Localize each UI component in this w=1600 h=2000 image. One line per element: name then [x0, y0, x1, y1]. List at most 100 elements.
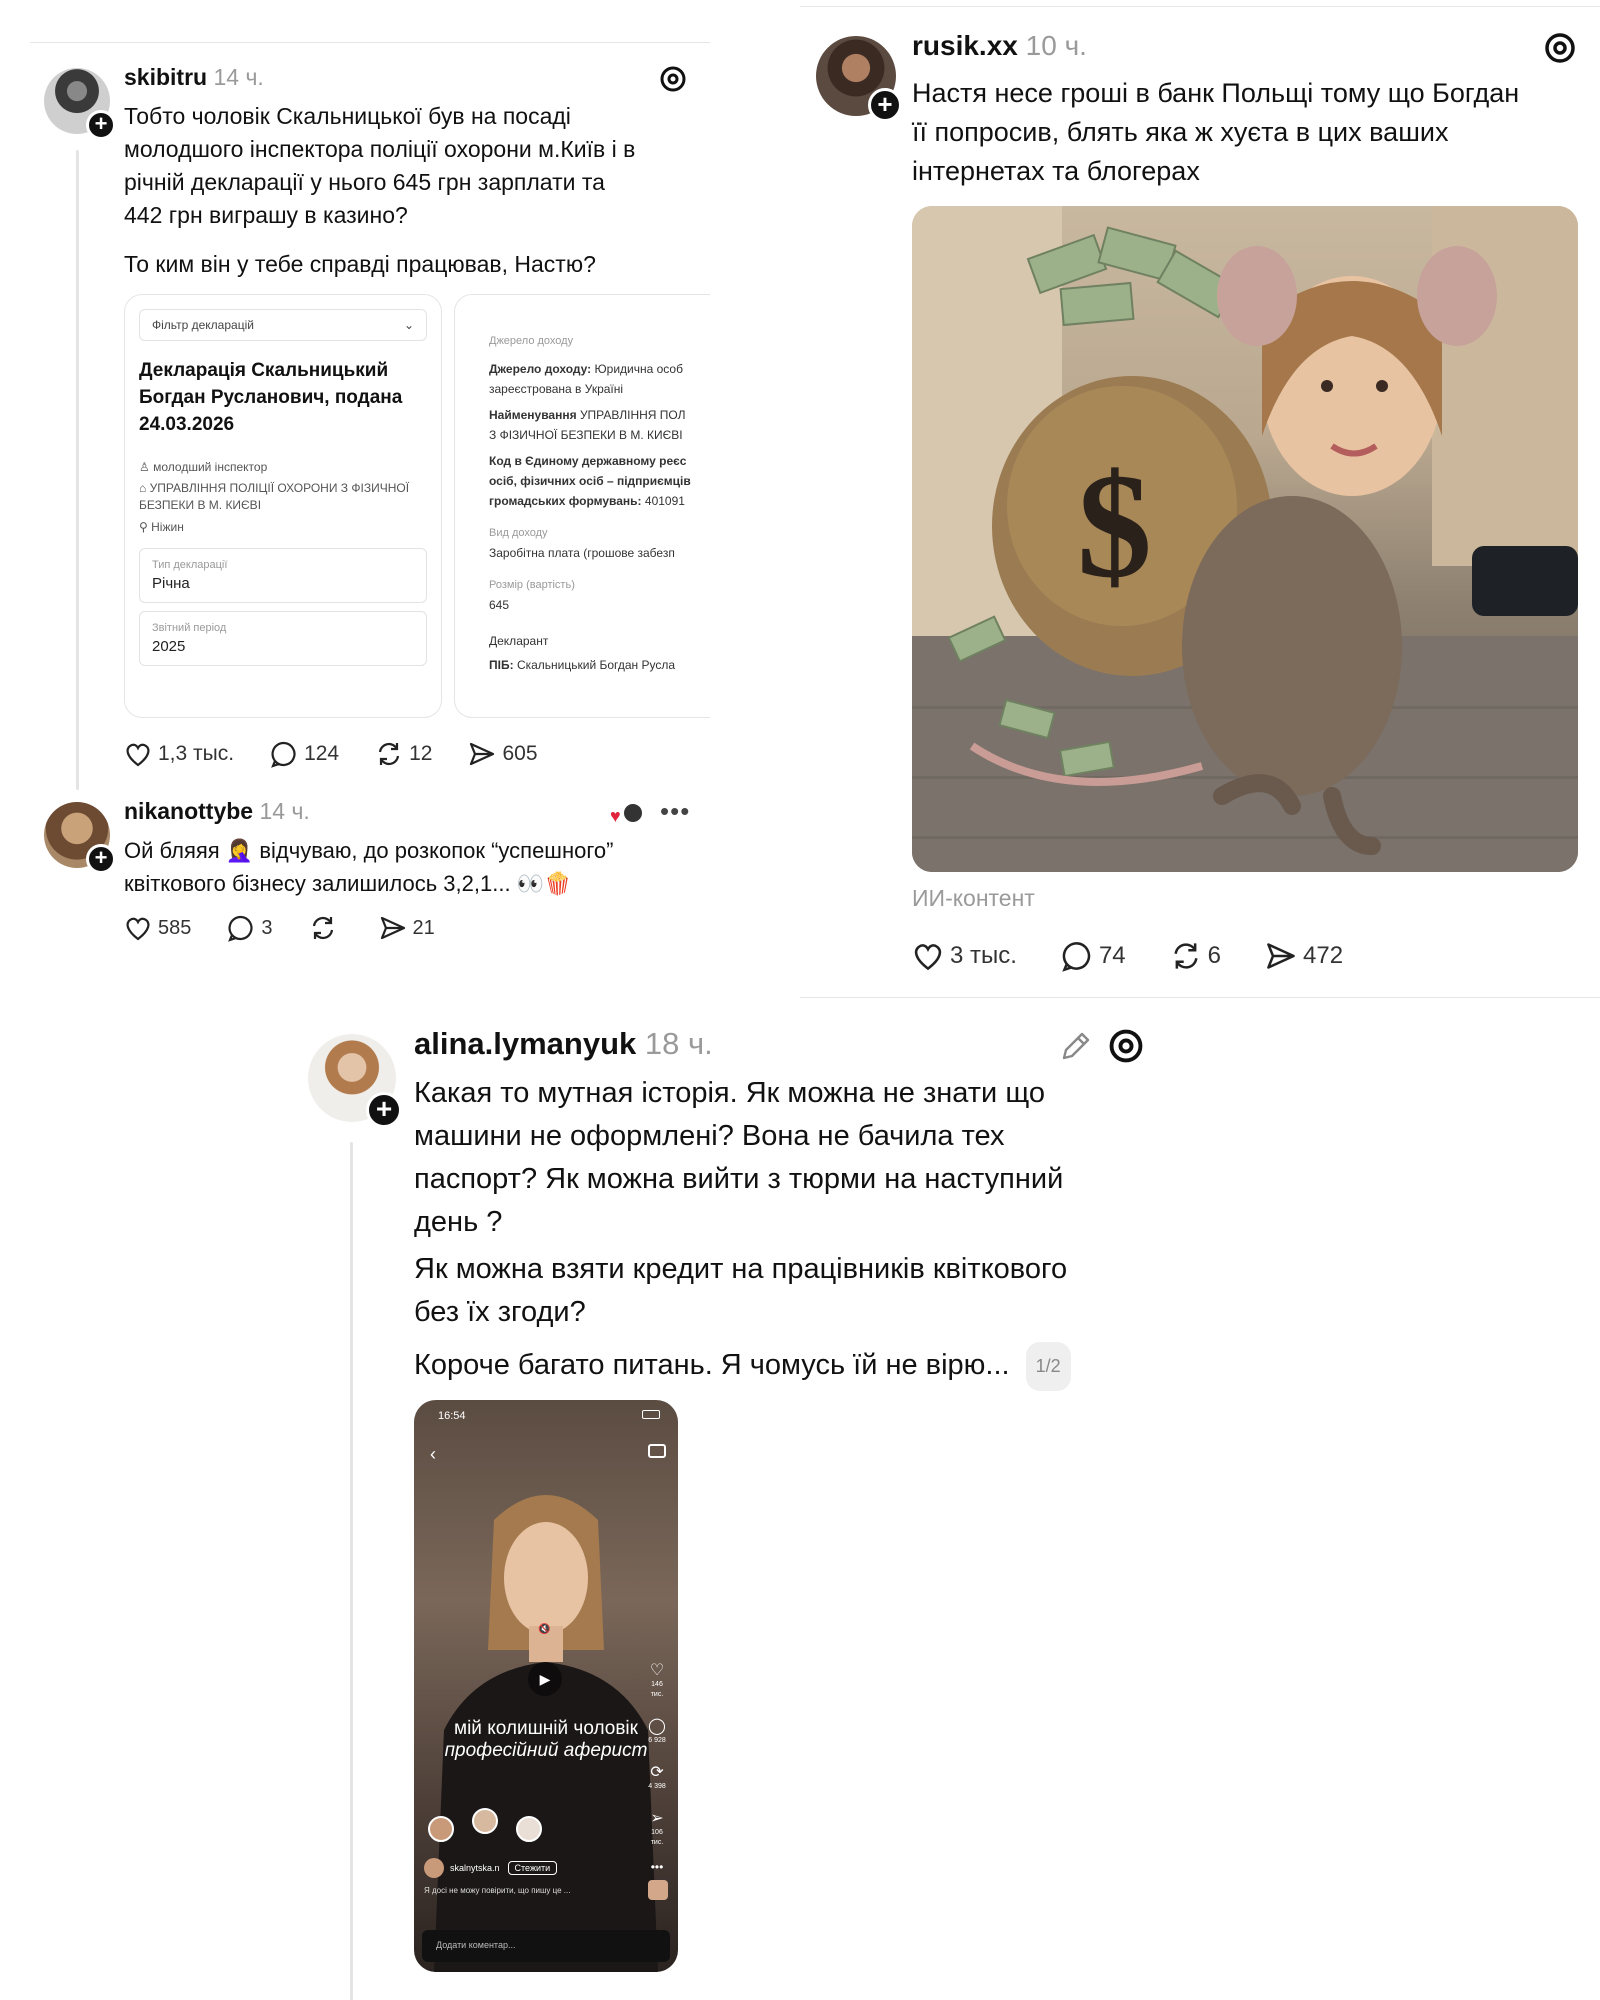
- carousel-pager-badge: 1/2: [1025, 1342, 1071, 1391]
- more-options-icon[interactable]: •••: [660, 796, 690, 827]
- top-divider: [30, 42, 710, 43]
- avatar[interactable]: +: [816, 36, 902, 122]
- thread-line: [76, 150, 79, 790]
- video-repost-icon[interactable]: ⟳: [644, 1764, 670, 1782]
- location-pin-icon: ⚲: [139, 520, 148, 534]
- post-text: Тобто чоловік Скальницької був на посаді…: [124, 103, 636, 277]
- comment-icon: [1062, 942, 1091, 972]
- meta-location: ⚲ Ніжин: [139, 520, 184, 534]
- comment-button[interactable]: 3: [227, 914, 273, 942]
- repost-button[interactable]: 12: [375, 740, 432, 768]
- repost-icon: [379, 742, 400, 766]
- comment-button[interactable]: 74: [1061, 940, 1126, 972]
- like-button[interactable]: 1,3 тыс.: [124, 741, 234, 767]
- comment-icon: [228, 915, 253, 942]
- edit-pencil-icon[interactable]: [1058, 1030, 1092, 1064]
- video-description: Я досі не можу повірити, що пишу це ...: [424, 1886, 571, 1895]
- like-button[interactable]: 585: [124, 915, 191, 941]
- declaration-filter-select[interactable]: Фільтр декларацій ⌄: [139, 309, 427, 341]
- income-source-card[interactable]: Джерело доходу Джерело доходу: Юридична …: [454, 294, 710, 718]
- post-alina-panel: + alina.lymanyuk 18 ч. Какая то мутная і…: [290, 1000, 1170, 2000]
- threads-logo-icon[interactable]: [1106, 1026, 1146, 1066]
- music-disc[interactable]: [648, 1880, 668, 1900]
- declaration-type-field: Тип декларації Річна: [139, 548, 427, 603]
- repost-icon: [312, 916, 333, 940]
- share-button[interactable]: 21: [379, 914, 435, 942]
- avatar[interactable]: +: [44, 68, 116, 140]
- declaration-summary-card[interactable]: Фільтр декларацій ⌄ Декларація Скальницьк…: [124, 294, 442, 718]
- follow-plus-icon[interactable]: +: [86, 110, 116, 140]
- post-text: Настя несе гроші в банк Польщі тому що Б…: [912, 78, 1520, 186]
- post-actions: 1,3 тыс. 124 12 605: [124, 740, 574, 768]
- post-image[interactable]: $: [912, 206, 1578, 872]
- heart-icon: [126, 743, 150, 767]
- chevron-down-icon: ⌄: [403, 318, 414, 332]
- svg-text:$: $: [1077, 443, 1152, 609]
- heart-icon: [914, 944, 942, 971]
- comment-button[interactable]: 124: [270, 740, 339, 768]
- post-time: 18 ч.: [644, 1026, 713, 1061]
- thread-line: [350, 1142, 353, 2000]
- video-share-icon[interactable]: ➢: [644, 1810, 670, 1828]
- collab-avatar[interactable]: [516, 1816, 542, 1842]
- like-button[interactable]: 3 тыс.: [912, 941, 1017, 971]
- post-time: 10 ч.: [1025, 30, 1087, 61]
- post-actions: 3 тыс. 74 6 472: [912, 940, 1379, 972]
- report-period-field: Звітний період 2025: [139, 611, 427, 666]
- reply-username[interactable]: nikanottybe 14 ч.: [124, 798, 310, 825]
- repost-button[interactable]: [309, 914, 343, 942]
- repost-button[interactable]: 6: [1170, 940, 1221, 972]
- follow-plus-icon[interactable]: +: [366, 1092, 402, 1128]
- avatar[interactable]: +: [308, 1034, 402, 1128]
- follow-button[interactable]: Стежити: [507, 1861, 558, 1875]
- share-button[interactable]: 472: [1265, 940, 1343, 972]
- post-username[interactable]: rusik.xx 10 ч.: [912, 30, 1087, 62]
- meta-organization: ⌂ УПРАВЛІННЯ ПОЛІЦІЇ ОХОРОНИ З ФІЗИЧНОЇ …: [139, 481, 410, 512]
- heart-badge-icon: ♥: [610, 806, 621, 826]
- collab-avatar[interactable]: [428, 1816, 454, 1842]
- reply-time: 14 ч.: [259, 798, 310, 824]
- repost-icon: [1174, 943, 1198, 969]
- top-divider: [800, 6, 1600, 7]
- video-more-icon[interactable]: •••: [644, 1861, 670, 1873]
- video-author-row: skalnytska.n Стежити: [424, 1858, 558, 1878]
- person-icon: ♙: [139, 460, 150, 474]
- author-avatar[interactable]: [424, 1858, 444, 1878]
- author-mini-avatar: [622, 802, 644, 824]
- collab-avatar[interactable]: [472, 1808, 498, 1834]
- rat-money-bag-illustration: $: [912, 206, 1578, 872]
- send-icon: [380, 916, 405, 940]
- video-caption: мій колишній чоловік професійний аферист: [444, 1718, 648, 1761]
- post-text: Какая то мутная історія. Як можна не зна…: [414, 1072, 1154, 1391]
- tiktok-screenshot-image[interactable]: 16:54 ‹ 🔇 ▶ мій колишній чоловік професі…: [414, 1400, 678, 1972]
- comment-input[interactable]: Додати коментар...: [422, 1930, 670, 1962]
- follow-plus-icon[interactable]: +: [868, 88, 902, 122]
- ai-content-label: ИИ-контент: [912, 885, 1035, 911]
- post-skibitru-panel: + skibitru 14 ч. Тобто чоловік Скальниць…: [0, 0, 710, 985]
- video-like-icon[interactable]: ♡: [644, 1662, 670, 1680]
- video-comment-icon[interactable]: ◯: [644, 1718, 670, 1736]
- send-icon: [1267, 943, 1295, 969]
- threads-logo-icon[interactable]: [1542, 30, 1578, 66]
- follow-plus-icon[interactable]: +: [86, 844, 116, 874]
- post-username[interactable]: skibitru 14 ч.: [124, 64, 264, 91]
- declaration-title: Декларація Скальницький Богдан Русланови…: [139, 360, 403, 435]
- play-button[interactable]: ▶: [528, 1662, 562, 1696]
- send-icon: [470, 742, 495, 766]
- meta-position: ♙ молодший інспектор: [139, 460, 268, 474]
- liked-by-author-badge: ♥: [610, 802, 646, 826]
- post-rusik-panel: + rusik.xx 10 ч. Настя несе гроші в банк…: [800, 0, 1600, 1000]
- author-name[interactable]: skalnytska.n: [450, 1863, 500, 1873]
- building-icon: ⌂: [139, 481, 147, 495]
- heart-icon: [126, 917, 150, 941]
- share-button[interactable]: 605: [468, 740, 538, 768]
- threads-logo-icon[interactable]: [658, 64, 688, 94]
- post-username[interactable]: alina.lymanyuk 18 ч.: [414, 1026, 713, 1062]
- mute-icon[interactable]: 🔇: [538, 1624, 550, 1635]
- collab-avatars: [428, 1808, 568, 1846]
- avatar[interactable]: +: [44, 802, 116, 874]
- video-side-actions: ♡ 146 тис. ◯ 6 928 ⟳ 4 398 ➢ 106 тис. •••: [644, 1662, 670, 1873]
- reply-actions: 585 3 21: [124, 914, 471, 942]
- reply-text: Ой бляяя 🤦‍♀️ відчуваю, до розкопок “усп…: [124, 838, 614, 896]
- post-time: 14 ч.: [213, 64, 264, 90]
